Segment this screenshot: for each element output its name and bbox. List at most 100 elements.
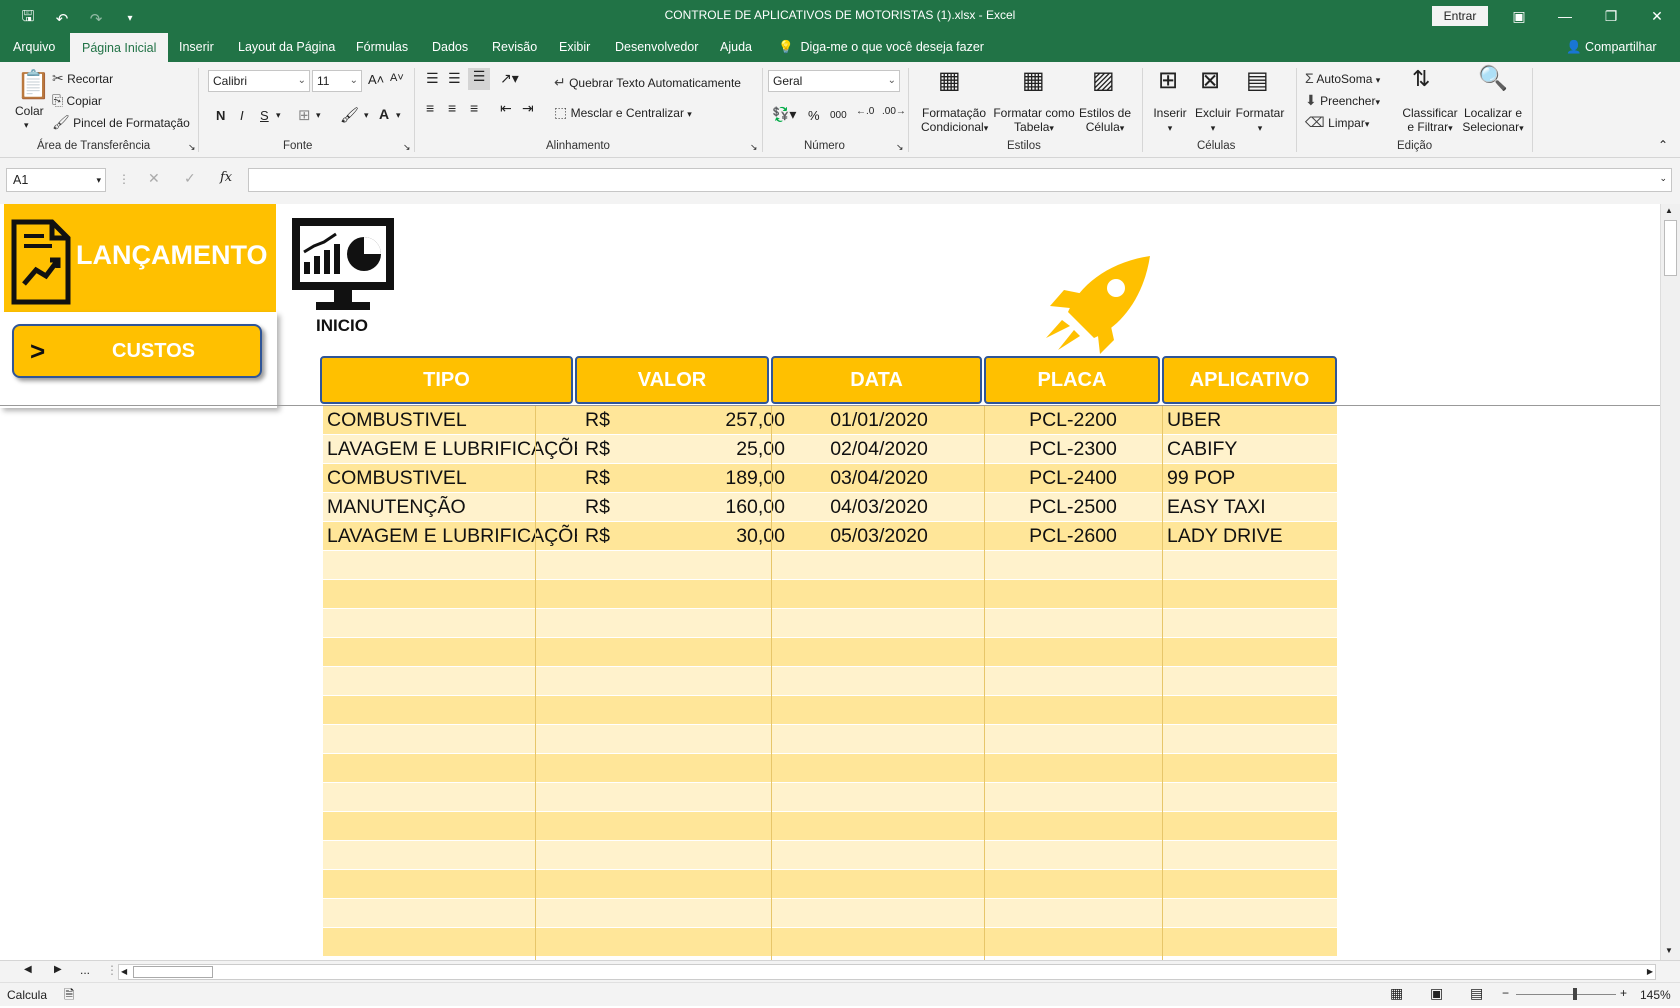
table-row[interactable]	[323, 754, 1337, 783]
underline-dropdown-icon[interactable]: ▾	[276, 110, 281, 121]
cell-cur[interactable]: R$	[585, 522, 625, 551]
table-row[interactable]	[323, 783, 1337, 812]
align-left-icon[interactable]: ≡	[426, 100, 434, 116]
underline-button[interactable]: S	[260, 108, 269, 123]
vertical-scrollbar[interactable]: ▲ ▼	[1660, 204, 1680, 960]
cell-data[interactable]: 01/01/2020	[775, 406, 983, 435]
enter-icon[interactable]: ✓	[184, 170, 196, 187]
formula-input[interactable]: ⌄	[248, 168, 1672, 192]
cell-valor[interactable]: 25,00	[623, 435, 785, 464]
scroll-down-icon[interactable]: ▼	[1665, 946, 1673, 955]
format-cells-icon[interactable]: ▤	[1246, 66, 1269, 95]
cell-aplicativo[interactable]: LADY DRIVE	[1167, 522, 1337, 551]
header-placa[interactable]: PLACA	[984, 356, 1160, 404]
insert-cells-icon[interactable]: ⊞	[1158, 66, 1178, 95]
expand-formula-icon[interactable]: ⌄	[1659, 173, 1667, 184]
sort-filter-icon[interactable]: ⇅	[1412, 66, 1430, 92]
cell-aplicativo[interactable]: UBER	[1167, 406, 1337, 435]
cell-placa[interactable]: PCL-2400	[985, 464, 1161, 493]
table-row[interactable]	[323, 928, 1337, 957]
cell-placa[interactable]: PCL-2500	[985, 493, 1161, 522]
fill-color-dropdown-icon[interactable]: ▾	[364, 110, 369, 121]
table-row[interactable]	[323, 841, 1337, 870]
cell-tipo[interactable]: LAVAGEM E LUBRIFICAÇÕES	[327, 435, 577, 464]
minimize-icon[interactable]: —	[1542, 0, 1588, 32]
header-aplicativo[interactable]: APLICATIVO	[1162, 356, 1337, 404]
cell-placa[interactable]: PCL-2600	[985, 522, 1161, 551]
align-middle-icon[interactable]: ☰	[448, 70, 461, 87]
cell-aplicativo[interactable]: 99 POP	[1167, 464, 1337, 493]
table-row[interactable]	[323, 580, 1337, 609]
cell-valor[interactable]: 189,00	[623, 464, 785, 493]
cut-button[interactable]: ✂ Recortar	[52, 70, 113, 87]
table-row[interactable]	[323, 551, 1337, 580]
page-break-view-icon[interactable]: ▤	[1470, 985, 1483, 1002]
header-tipo[interactable]: TIPO	[320, 356, 573, 404]
table-row[interactable]: COMBUSTIVEL R$ 257,00 01/01/2020 PCL-2200 UBE…	[323, 406, 1337, 435]
cell-styles-icon[interactable]: ▨	[1092, 66, 1115, 95]
cell-placa[interactable]: PCL-2200	[985, 406, 1161, 435]
magnifier-icon[interactable]: 🔍	[1478, 64, 1508, 93]
ribbon-display-icon[interactable]: ▣	[1496, 0, 1542, 32]
more-sheets-button[interactable]: ...	[80, 963, 90, 977]
font-size-dropdown[interactable]: 11 ⌄	[312, 70, 362, 92]
clear-button[interactable]: ⌫ Limpar▾	[1305, 114, 1369, 131]
paste-button[interactable]: Colar	[15, 104, 44, 118]
custos-button[interactable]: > CUSTOS	[12, 324, 262, 378]
decrease-decimal-icon[interactable]: .00→	[882, 106, 906, 117]
scroll-up-icon[interactable]: ▲	[1665, 206, 1673, 215]
close-icon[interactable]: ✕	[1634, 0, 1680, 32]
sort-filter-button[interactable]: Classificar e Filtrar▾	[1402, 106, 1458, 134]
table-row[interactable]: LAVAGEM E LUBRIFICAÇÕES R$ 30,00 05/03/2020…	[323, 522, 1337, 551]
tab-dados[interactable]: Dados	[432, 32, 468, 62]
borders-dropdown-icon[interactable]: ▾	[316, 110, 321, 121]
tab-ajuda[interactable]: Ajuda	[720, 32, 752, 62]
cell-valor[interactable]: 160,00	[623, 493, 785, 522]
lancamento-banner[interactable]: LANÇAMENTO	[4, 204, 276, 312]
table-row[interactable]	[323, 725, 1337, 754]
bold-button[interactable]: N	[216, 108, 225, 123]
table-row[interactable]	[323, 696, 1337, 725]
page-layout-view-icon[interactable]: ▣	[1430, 985, 1443, 1002]
align-bottom-icon[interactable]: ☰	[468, 68, 490, 90]
table-row[interactable]: MANUTENÇÃO R$ 160,00 04/03/2020 PCL-2500 EASY…	[323, 493, 1337, 522]
currency-icon[interactable]: 💱▾	[772, 106, 796, 123]
orientation-icon[interactable]: ↗▾	[500, 70, 519, 87]
cell-aplicativo[interactable]: CABIFY	[1167, 435, 1337, 464]
zoom-slider-thumb[interactable]	[1573, 988, 1577, 1000]
tab-arquivo[interactable]: Arquivo	[13, 32, 55, 62]
table-row[interactable]	[323, 870, 1337, 899]
cell-aplicativo[interactable]: EASY TAXI	[1167, 493, 1337, 522]
conditional-format-icon[interactable]: ▦	[938, 66, 961, 95]
format-cells-button[interactable]: Formatar ▾	[1234, 106, 1286, 134]
cell-cur[interactable]: R$	[585, 406, 625, 435]
decrease-font-icon[interactable]: A˅	[390, 72, 404, 84]
formula-bar-grip-icon[interactable]: ⋮	[118, 172, 130, 186]
format-table-icon[interactable]: ▦	[1022, 66, 1045, 95]
decrease-indent-icon[interactable]: ⇤	[500, 100, 512, 117]
clipboard-launcher-icon[interactable]: ↘	[188, 142, 196, 153]
table-row[interactable]	[323, 638, 1337, 667]
align-center-icon[interactable]: ≡	[448, 100, 456, 116]
horizontal-scrollbar[interactable]: ◀ ▶	[118, 964, 1656, 980]
worksheet[interactable]: LANÇAMENTO > CUSTOS INICIO TIPO VALOR DA…	[0, 204, 1660, 960]
number-launcher-icon[interactable]: ↘	[896, 142, 904, 153]
font-color-dropdown-icon[interactable]: ▾	[396, 110, 401, 121]
clipboard-icon[interactable]: 📋	[16, 68, 51, 101]
font-name-dropdown[interactable]: Calibri ⌄	[208, 70, 310, 92]
cell-valor[interactable]: 257,00	[623, 406, 785, 435]
fill-color-icon[interactable]: 🖌	[340, 106, 359, 124]
table-row[interactable]	[323, 609, 1337, 638]
cell-placa[interactable]: PCL-2300	[985, 435, 1161, 464]
align-right-icon[interactable]: ≡	[470, 100, 478, 116]
cell-cur[interactable]: R$	[585, 493, 625, 522]
tabs-splitter-icon[interactable]: ⋮	[106, 963, 118, 977]
cell-valor[interactable]: 30,00	[623, 522, 785, 551]
tab-inserir[interactable]: Inserir	[179, 32, 214, 62]
restore-icon[interactable]: ❐	[1588, 0, 1634, 32]
borders-icon[interactable]: ⊞	[298, 106, 311, 124]
cancel-icon[interactable]: ✕	[148, 170, 160, 187]
cell-tipo[interactable]: COMBUSTIVEL	[327, 464, 577, 493]
wrap-text-button[interactable]: ↵ Quebrar Texto Automaticamente	[554, 74, 741, 91]
header-valor[interactable]: VALOR	[575, 356, 769, 404]
